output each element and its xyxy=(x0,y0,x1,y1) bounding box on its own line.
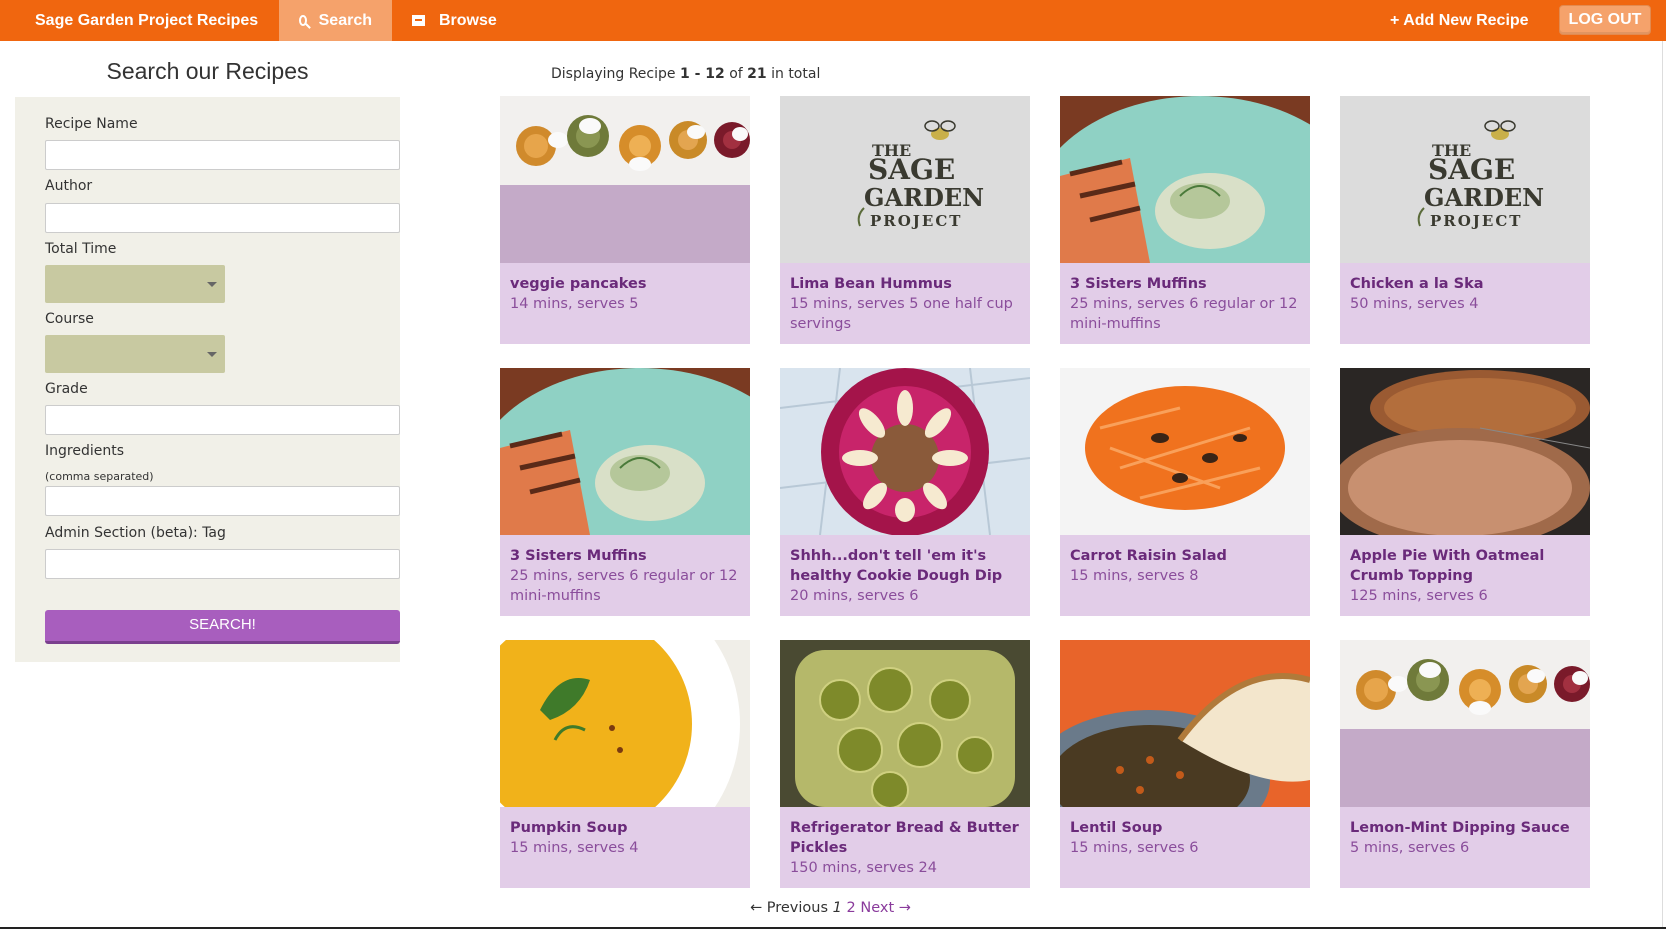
recipe-title[interactable]: 3 Sisters Muffins xyxy=(510,546,742,566)
recipe-meta: 15 mins, serves 5 one half cup servings xyxy=(790,296,1013,332)
next-link[interactable]: Next → xyxy=(860,900,911,916)
ingredients-label: Ingredients xyxy=(45,443,124,459)
results-prefix: Displaying Recipe xyxy=(551,66,676,82)
recipe-name-label: Recipe Name xyxy=(45,116,138,132)
total-time-label: Total Time xyxy=(45,241,117,257)
course-select[interactable] xyxy=(45,335,225,373)
search-panel-title: Search our Recipes xyxy=(106,58,309,84)
recipe-title[interactable]: Apple Pie With Oatmeal Crumb Topping xyxy=(1350,546,1582,586)
recipe-card[interactable]: Pumpkin Soup 15 mins, serves 4 xyxy=(500,640,750,888)
scrollbar[interactable] xyxy=(1662,41,1666,929)
logout-button[interactable]: LOG OUT xyxy=(1559,5,1651,35)
grade-input[interactable] xyxy=(45,405,400,435)
recipe-image xyxy=(1060,640,1310,807)
brand-link[interactable]: Sage Garden Project Recipes xyxy=(35,0,258,41)
total-time-select[interactable] xyxy=(45,265,225,303)
search-icon xyxy=(299,15,307,26)
svg-text:GARDEN: GARDEN xyxy=(1424,183,1544,212)
recipe-meta: 15 mins, serves 4 xyxy=(510,840,639,856)
recipe-image xyxy=(1060,96,1310,263)
recipe-title[interactable]: Lemon-Mint Dipping Sauce xyxy=(1350,818,1582,838)
svg-text:SAGE: SAGE xyxy=(868,153,955,186)
recipe-meta: 5 mins, serves 6 xyxy=(1350,840,1470,856)
recipe-card[interactable]: THE SAGE GARDEN PROJECT Chicken a la Ska… xyxy=(1340,96,1590,344)
svg-text:PROJECT: PROJECT xyxy=(870,212,962,230)
tag-label: Admin Section (beta): Tag xyxy=(45,525,226,541)
recipe-card[interactable]: Lentil Soup 15 mins, serves 6 xyxy=(1060,640,1310,888)
recipe-card[interactable]: veggie pancakes 14 mins, serves 5 xyxy=(500,96,750,344)
recipe-image: THE SAGE GARDEN PROJECT xyxy=(1340,96,1590,263)
add-recipe-link[interactable]: + Add New Recipe xyxy=(1390,0,1529,41)
results-of: of xyxy=(729,66,743,82)
recipe-card[interactable]: THE SAGE GARDEN PROJECT Lima Bean Hummus… xyxy=(780,96,1030,344)
recipe-image xyxy=(500,96,750,263)
nav-tab-browse[interactable]: Browse xyxy=(392,0,517,41)
results-total: 21 xyxy=(747,66,767,82)
previous-link[interactable]: ← Previous xyxy=(750,900,828,916)
recipe-meta: 125 mins, serves 6 xyxy=(1350,588,1488,604)
recipe-card[interactable]: 3 Sisters Muffins 25 mins, serves 6 regu… xyxy=(1060,96,1310,344)
results-suffix: in total xyxy=(771,66,821,82)
ingredients-hint: (comma separated) xyxy=(45,470,154,483)
recipe-card[interactable]: Carrot Raisin Salad 15 mins, serves 8 xyxy=(1060,368,1310,616)
archive-icon xyxy=(412,15,425,26)
recipe-card[interactable]: Refrigerator Bread & Butter Pickles 150 … xyxy=(780,640,1030,888)
recipe-title[interactable]: Shhh...don't tell 'em it's healthy Cooki… xyxy=(790,546,1022,586)
recipe-card[interactable]: Shhh...don't tell 'em it's healthy Cooki… xyxy=(780,368,1030,616)
recipe-card[interactable]: Lemon-Mint Dipping Sauce 5 mins, serves … xyxy=(1340,640,1590,888)
chevron-down-icon xyxy=(207,282,217,287)
svg-text:PROJECT: PROJECT xyxy=(1430,212,1522,230)
recipe-meta: 25 mins, serves 6 regular or 12 mini-muf… xyxy=(510,568,738,604)
author-label: Author xyxy=(45,178,93,194)
recipe-image xyxy=(500,640,750,807)
nav-tab-search[interactable]: Search xyxy=(279,0,392,41)
recipe-meta: 14 mins, serves 5 xyxy=(510,296,639,312)
recipe-image xyxy=(780,368,1030,535)
recipe-image xyxy=(500,368,750,535)
recipe-image: THE SAGE GARDEN PROJECT xyxy=(780,96,1030,263)
recipe-title[interactable]: Carrot Raisin Salad xyxy=(1070,546,1302,566)
recipe-meta: 50 mins, serves 4 xyxy=(1350,296,1479,312)
chevron-down-icon xyxy=(207,352,217,357)
author-input[interactable] xyxy=(45,203,400,233)
current-page: 1 xyxy=(832,900,842,916)
recipe-title[interactable]: veggie pancakes xyxy=(510,274,742,294)
recipe-meta: 15 mins, serves 8 xyxy=(1070,568,1199,584)
nav-tab-search-label: Search xyxy=(318,12,372,29)
recipe-title[interactable]: 3 Sisters Muffins xyxy=(1070,274,1302,294)
recipe-title[interactable]: Lima Bean Hummus xyxy=(790,274,1022,294)
grade-label: Grade xyxy=(45,381,88,397)
results-range: 1 - 12 xyxy=(679,66,725,82)
svg-text:SAGE: SAGE xyxy=(1428,153,1515,186)
recipe-image xyxy=(1340,368,1590,535)
svg-text:GARDEN: GARDEN xyxy=(864,183,984,212)
search-form: Recipe Name Author Total Time Course Gra… xyxy=(15,97,400,662)
results-count: Displaying Recipe 1 - 12 of 21 in total xyxy=(551,66,820,82)
recipe-title[interactable]: Refrigerator Bread & Butter Pickles xyxy=(790,818,1022,858)
nav-tab-browse-label: Browse xyxy=(439,12,497,29)
recipe-card[interactable]: Apple Pie With Oatmeal Crumb Topping 125… xyxy=(1340,368,1590,616)
recipe-image xyxy=(1060,368,1310,535)
pagination: ← Previous 1 2 Next → xyxy=(750,900,911,916)
ingredients-input[interactable] xyxy=(45,486,400,516)
recipe-card[interactable]: 3 Sisters Muffins 25 mins, serves 6 regu… xyxy=(500,368,750,616)
recipe-name-input[interactable] xyxy=(45,140,400,170)
recipe-meta: 20 mins, serves 6 xyxy=(790,588,919,604)
recipe-title[interactable]: Pumpkin Soup xyxy=(510,818,742,838)
recipe-title[interactable]: Chicken a la Ska xyxy=(1350,274,1582,294)
recipe-image xyxy=(780,640,1030,807)
page-2-link[interactable]: 2 xyxy=(847,900,856,916)
recipe-meta: 15 mins, serves 6 xyxy=(1070,840,1199,856)
recipe-title[interactable]: Lentil Soup xyxy=(1070,818,1302,838)
course-label: Course xyxy=(45,311,94,327)
top-navbar: Sage Garden Project Recipes Search Brows… xyxy=(0,0,1666,41)
search-button[interactable]: SEARCH! xyxy=(45,610,400,644)
recipe-meta: 25 mins, serves 6 regular or 12 mini-muf… xyxy=(1070,296,1298,332)
recipe-meta: 150 mins, serves 24 xyxy=(790,860,937,876)
recipe-image xyxy=(1340,640,1590,807)
tag-input[interactable] xyxy=(45,549,400,579)
